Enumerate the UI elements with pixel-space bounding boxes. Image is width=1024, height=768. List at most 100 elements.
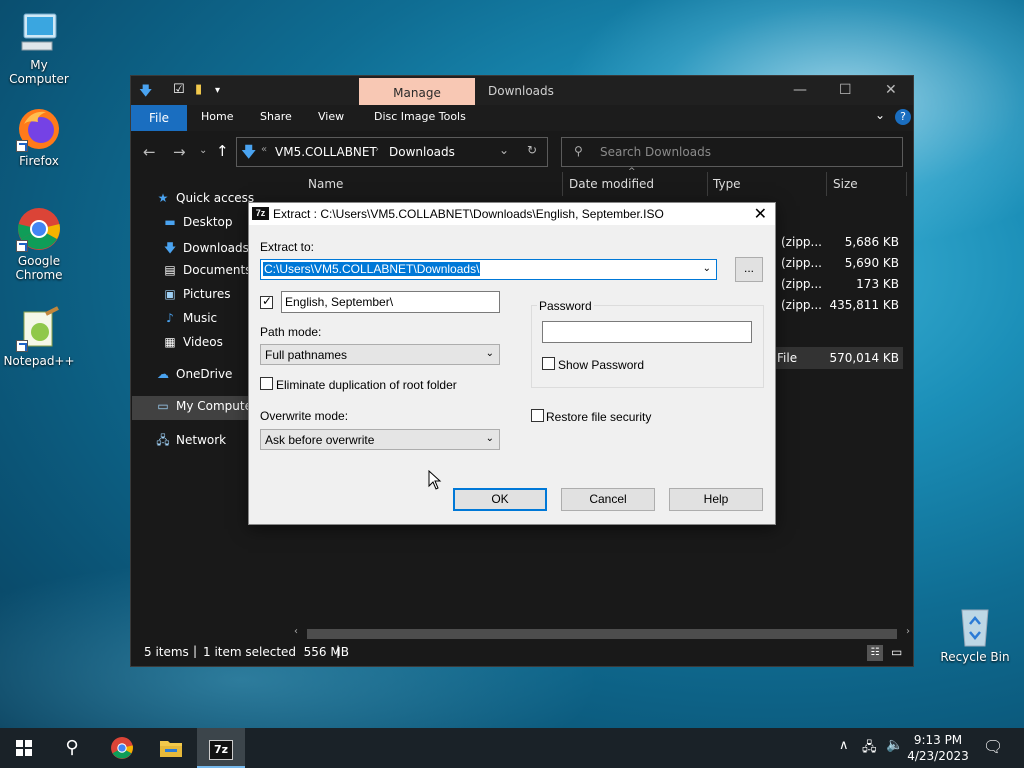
- desktop-icon-chrome[interactable]: Google Chrome: [1, 206, 77, 282]
- close-icon[interactable]: ✕: [885, 82, 897, 98]
- extract-to-combo[interactable]: C:\Users\VM5.COLLABNET\Downloads\ ⌄: [260, 259, 717, 280]
- search-box[interactable]: ⚲ Search Downloads: [561, 137, 903, 167]
- browse-button[interactable]: ...: [735, 257, 763, 282]
- eliminate-duplication-checkbox[interactable]: [260, 377, 273, 390]
- taskbar-chrome[interactable]: [98, 728, 146, 768]
- column-separator[interactable]: [826, 172, 827, 196]
- column-date-modified[interactable]: Date modified: [569, 177, 654, 191]
- taskbar-7zip[interactable]: 7z: [197, 728, 245, 768]
- sidebar-item-documents[interactable]: ▤ Documents: [163, 263, 251, 277]
- column-type[interactable]: Type: [713, 177, 741, 191]
- cancel-button[interactable]: Cancel: [561, 488, 655, 511]
- forward-icon[interactable]: →: [173, 143, 186, 161]
- address-dropdown-icon[interactable]: ⌄: [499, 143, 509, 157]
- tab-file[interactable]: File: [131, 105, 187, 131]
- desktop-icon-notepadpp[interactable]: Notepad++: [1, 306, 77, 368]
- subfolder-checkbox[interactable]: [260, 294, 273, 309]
- sidebar-item-onedrive[interactable]: ☁ OneDrive: [156, 367, 232, 381]
- sidebar-item-quick-access[interactable]: ★ Quick access: [156, 191, 255, 205]
- properties-icon[interactable]: ☑: [173, 82, 185, 97]
- search-button[interactable]: ⚲: [48, 728, 96, 768]
- password-field[interactable]: [542, 321, 752, 343]
- sidebar-item-videos[interactable]: ▦ Videos: [163, 335, 223, 349]
- minimize-icon[interactable]: —: [793, 82, 807, 98]
- password-group: [531, 305, 764, 388]
- sidebar-item-pictures[interactable]: ▣ Pictures: [163, 287, 230, 301]
- eliminate-duplication-label[interactable]: Eliminate duplication of root folder: [276, 378, 457, 392]
- column-size[interactable]: Size: [833, 177, 858, 191]
- address-bar[interactable]: 🡇 « VM5.COLLABNET › Downloads ⌄ ↻: [236, 137, 548, 167]
- column-separator[interactable]: [562, 172, 563, 196]
- close-icon[interactable]: ✕: [754, 204, 767, 224]
- sidebar-item-downloads[interactable]: 🡇 Downloads: [163, 239, 249, 260]
- show-password-label[interactable]: Show Password: [558, 358, 644, 372]
- desktop-icon: ▬: [164, 215, 176, 229]
- scroll-left-icon[interactable]: ‹: [294, 626, 298, 637]
- start-button[interactable]: [0, 728, 48, 768]
- path-mode-select[interactable]: Full pathnames ⌄: [260, 344, 500, 365]
- manage-tab[interactable]: Manage: [359, 78, 475, 106]
- network-icon[interactable]: 🖧: [862, 738, 877, 760]
- volume-icon[interactable]: 🔈: [886, 737, 903, 753]
- tab-disc-image-tools[interactable]: Disc Image Tools: [374, 110, 466, 123]
- ribbon-tabs: File Home Share View Disc Image Tools ⌄ …: [131, 105, 913, 131]
- table-row[interactable]: (zipp...: [781, 256, 822, 270]
- restore-security-label[interactable]: Restore file security: [546, 410, 651, 424]
- customize-qat-icon[interactable]: ▾: [215, 85, 220, 96]
- back-icon[interactable]: ←: [143, 143, 156, 161]
- up-icon[interactable]: ↑: [216, 142, 229, 160]
- show-password-checkbox[interactable]: [542, 357, 555, 370]
- refresh-icon[interactable]: ↻: [527, 143, 537, 157]
- details-view-icon[interactable]: ☷: [867, 645, 883, 661]
- overwrite-mode-select[interactable]: Ask before overwrite ⌄: [260, 429, 500, 450]
- column-separator[interactable]: [707, 172, 708, 196]
- ok-button[interactable]: OK: [453, 488, 547, 511]
- scrollbar-thumb[interactable]: [307, 629, 897, 639]
- help-button[interactable]: Help: [669, 488, 763, 511]
- search-input[interactable]: Search Downloads: [600, 145, 711, 159]
- tab-share[interactable]: Share: [260, 110, 292, 123]
- search-icon: ⚲: [574, 144, 583, 158]
- column-name[interactable]: Name: [308, 177, 343, 191]
- chrome-icon: [111, 737, 133, 759]
- tab-view[interactable]: View: [318, 110, 344, 123]
- desktop-icon-label: Notepad++: [3, 354, 75, 368]
- sidebar-item-my-computer[interactable]: ▭ My Computer: [156, 399, 257, 413]
- recent-locations-icon[interactable]: ⌄: [199, 145, 207, 156]
- table-row[interactable]: (zipp...: [781, 235, 822, 249]
- table-row-selected[interactable]: File: [777, 351, 797, 365]
- desktop-icon-firefox[interactable]: Firefox: [1, 106, 77, 168]
- subfolder-field[interactable]: English, September\: [281, 291, 500, 313]
- chevron-down-icon[interactable]: ⌄: [703, 263, 711, 274]
- cloud-icon: ☁: [157, 367, 169, 381]
- large-icons-view-icon[interactable]: ▭: [891, 645, 902, 659]
- maximize-icon[interactable]: ☐: [839, 82, 852, 98]
- sidebar-item-network[interactable]: 🖧 Network: [156, 431, 226, 452]
- taskbar-file-explorer[interactable]: [147, 728, 195, 768]
- down-arrow-icon[interactable]: 🡇: [139, 82, 152, 104]
- chevron-down-icon: ⌄: [485, 348, 494, 359]
- desktop-icon-my-computer[interactable]: My Computer: [1, 10, 77, 86]
- sidebar-item-desktop[interactable]: ▬ Desktop: [163, 215, 232, 229]
- breadcrumb-downloads[interactable]: Downloads: [389, 145, 455, 159]
- table-row[interactable]: (zipp...: [781, 277, 822, 291]
- expand-ribbon-icon[interactable]: ⌄: [875, 108, 885, 122]
- breadcrumb-computer[interactable]: VM5.COLLABNET: [275, 145, 377, 159]
- show-hidden-icons-icon[interactable]: ∧: [839, 738, 849, 753]
- extract-to-value[interactable]: C:\Users\VM5.COLLABNET\Downloads\: [263, 262, 481, 276]
- horizontal-scrollbar[interactable]: ‹ ›: [291, 626, 913, 641]
- desktop-icon-recycle-bin[interactable]: Recycle Bin: [937, 602, 1013, 664]
- tab-home[interactable]: Home: [201, 110, 233, 123]
- help-icon[interactable]: ?: [895, 109, 911, 125]
- clock[interactable]: 9:13 PM 4/23/2023: [906, 732, 970, 764]
- sidebar-item-music[interactable]: ♪ Music: [163, 311, 217, 325]
- column-separator[interactable]: [906, 172, 907, 196]
- shortcut-arrow-icon: [16, 340, 28, 352]
- desktop-icon-label: Firefox: [19, 154, 59, 168]
- restore-security-checkbox[interactable]: [531, 409, 544, 422]
- clock-date: 4/23/2023: [907, 749, 969, 763]
- notifications-icon[interactable]: 🗨: [983, 737, 1003, 756]
- scroll-right-icon[interactable]: ›: [906, 626, 910, 637]
- new-folder-icon[interactable]: ▮: [195, 82, 202, 97]
- table-row-size: 5,690 KB: [844, 256, 899, 270]
